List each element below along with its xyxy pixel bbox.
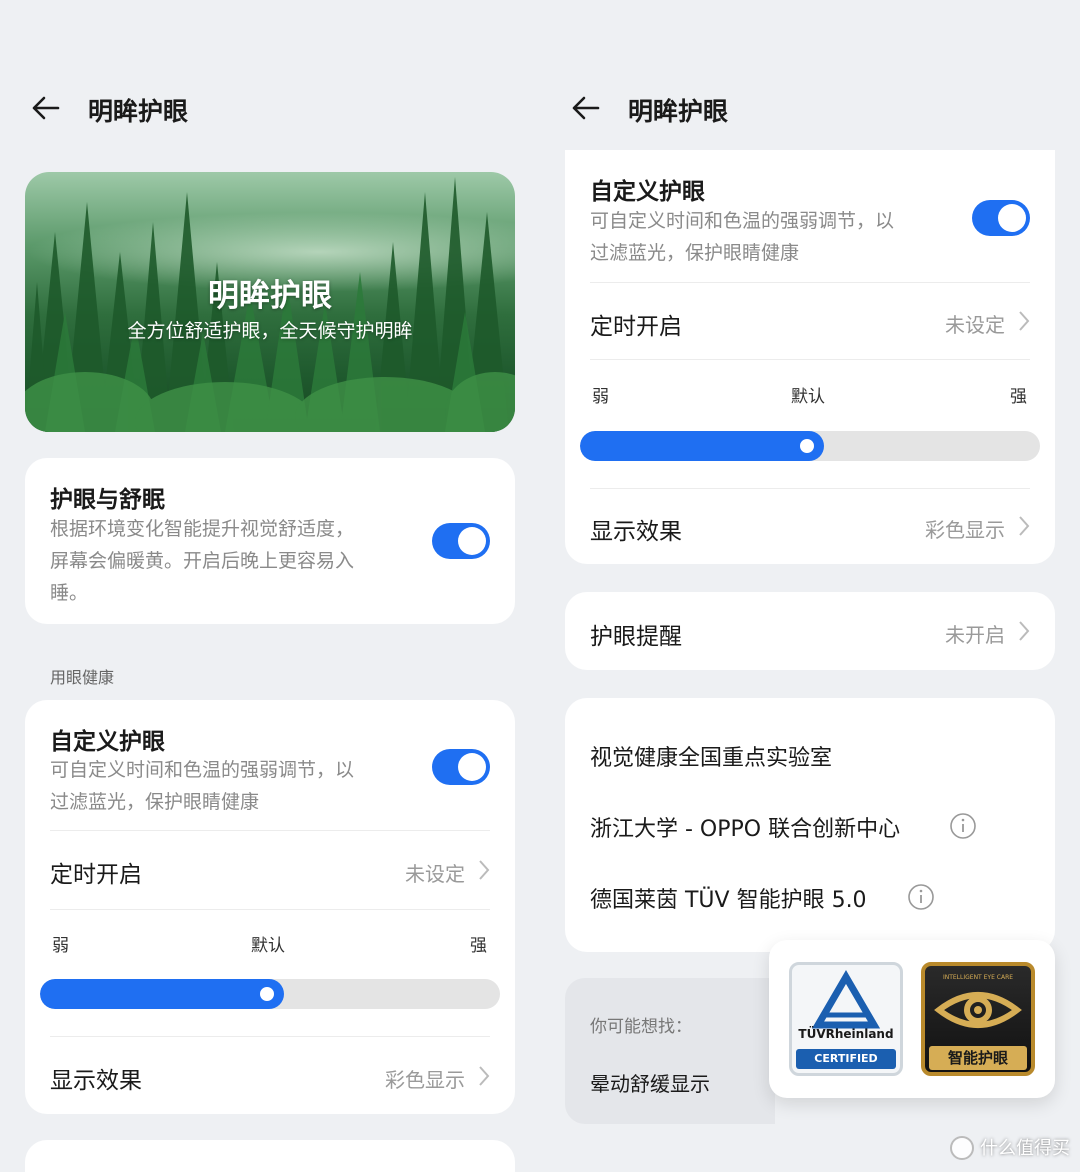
- custom-eye-card: 自定义护眼 可自定义时间和色温的强弱调节，以 过滤蓝光，保护眼睛健康 定时开启 …: [25, 700, 515, 1114]
- eye-sleep-desc-line2: 屏幕会偏暖黄。开启后晚上更容易入: [50, 550, 355, 572]
- level-weak-label: 弱: [52, 936, 69, 956]
- chevron-right-icon: [479, 860, 490, 880]
- page-title: 明眸护眼: [88, 97, 189, 126]
- header: 明眸护眼: [0, 86, 540, 130]
- eye-icon: [934, 992, 1022, 1028]
- level-default-label: 默认: [251, 936, 285, 956]
- eye-care-label: 智能护眼: [929, 1046, 1027, 1070]
- level-slider[interactable]: [40, 979, 500, 1009]
- eye-sleep-title: 护眼与舒眠: [50, 487, 165, 513]
- display-effect-value: 彩色显示: [925, 518, 1005, 542]
- schedule-label: 定时开启: [590, 314, 682, 340]
- suggestion-card: 你可能想找： 晕动舒缓显示: [565, 978, 775, 1124]
- display-effect-value: 彩色显示: [385, 1068, 465, 1092]
- left-screen: 明眸护眼 明眸护眼 全方位舒适护眼，全天候守护明眸 护眼与舒眠 根据环境变化智能…: [0, 0, 540, 1172]
- schedule-row[interactable]: 定时开启 未设定: [565, 283, 1055, 359]
- back-arrow-icon[interactable]: [568, 90, 604, 126]
- slider-handle[interactable]: [797, 436, 817, 456]
- back-arrow-icon[interactable]: [28, 90, 64, 126]
- custom-eye-desc-line1: 可自定义时间和色温的强弱调节，以: [590, 210, 895, 232]
- level-slider[interactable]: [580, 431, 1040, 461]
- level-weak-label: 弱: [592, 387, 609, 407]
- tuv-rheinland-badge: TÜVRheinland CERTIFIED: [789, 962, 903, 1076]
- lab-row-3: 德国莱茵 TÜV 智能护眼 5.0: [590, 888, 867, 913]
- level-strong-label: 强: [470, 936, 487, 956]
- eye-reminder-value: 未开启: [945, 623, 1005, 647]
- section-label: 用眼健康: [50, 668, 115, 687]
- display-effect-row[interactable]: 显示效果 彩色显示: [25, 1037, 515, 1114]
- schedule-value: 未设定: [405, 862, 465, 886]
- schedule-row[interactable]: 定时开启 未设定: [25, 831, 515, 909]
- schedule-value: 未设定: [945, 313, 1005, 337]
- chevron-right-icon: [1019, 311, 1030, 331]
- eye-reminder-card[interactable]: 护眼提醒 未开启: [565, 592, 1055, 670]
- certification-card: 视觉健康全国重点实验室 浙江大学 - OPPO 联合创新中心 德国莱茵 TÜV …: [565, 698, 1055, 952]
- display-effect-label: 显示效果: [50, 1068, 142, 1094]
- chevron-right-icon: [479, 1066, 490, 1086]
- smart-eye-care-badge: INTELLIGENT EYE CARE 智能护眼: [921, 962, 1035, 1076]
- tuv-name: TÜVRheinland: [798, 1027, 894, 1041]
- banner-subtitle: 全方位舒适护眼，全天候守护明眸: [127, 320, 413, 342]
- eye-reminder-label: 护眼提醒: [590, 624, 682, 650]
- custom-eye-card: 自定义护眼 可自定义时间和色温的强弱调节，以 过滤蓝光，保护眼睛健康 定时开启 …: [565, 150, 1055, 564]
- suggestion-item[interactable]: 晕动舒缓显示: [590, 1068, 710, 1097]
- banner-title: 明眸护眼: [208, 278, 332, 314]
- custom-eye-desc-line2: 过滤蓝光，保护眼睛健康: [50, 791, 260, 813]
- schedule-label: 定时开启: [50, 862, 142, 888]
- lab-row-1: 视觉健康全国重点实验室: [590, 746, 833, 771]
- slider-handle[interactable]: [257, 984, 277, 1004]
- custom-eye-desc-line2: 过滤蓝光，保护眼睛健康: [590, 242, 800, 264]
- chevron-right-icon: [1019, 621, 1030, 641]
- eye-sleep-toggle[interactable]: [432, 523, 490, 559]
- custom-eye-toggle[interactable]: [972, 200, 1030, 236]
- banner-image: 明眸护眼 全方位舒适护眼，全天候守护明眸: [25, 172, 515, 432]
- display-effect-row[interactable]: 显示效果 彩色显示: [565, 489, 1055, 564]
- custom-eye-title: 自定义护眼: [590, 179, 705, 205]
- chevron-right-icon: [1019, 516, 1030, 536]
- watermark-logo-icon: [950, 1136, 974, 1160]
- custom-eye-desc-line1: 可自定义时间和色温的强弱调节，以: [50, 759, 355, 781]
- custom-eye-toggle[interactable]: [432, 749, 490, 785]
- eye-sleep-desc-line1: 根据环境变化智能提升视觉舒适度，: [50, 518, 355, 540]
- display-effect-label: 显示效果: [590, 519, 682, 545]
- page-title: 明眸护眼: [628, 97, 729, 126]
- suggestion-label: 你可能想找：: [590, 1017, 692, 1037]
- watermark-text: 什么值得买: [980, 1138, 1070, 1159]
- info-icon[interactable]: [907, 883, 935, 911]
- eye-sleep-desc-line3: 睡。: [50, 582, 89, 604]
- tuv-certified: CERTIFIED: [796, 1049, 896, 1069]
- certification-popup: TÜVRheinland CERTIFIED INTELLIGENT EYE C…: [769, 940, 1055, 1098]
- header: 明眸护眼: [540, 86, 1080, 130]
- custom-eye-title: 自定义护眼: [50, 729, 165, 755]
- level-default-label: 默认: [791, 387, 825, 407]
- eye-sleep-card: 护眼与舒眠 根据环境变化智能提升视觉舒适度， 屏幕会偏暖黄。开启后晚上更容易入 …: [25, 458, 515, 624]
- next-card-partial: [25, 1140, 515, 1172]
- info-icon[interactable]: [949, 812, 977, 840]
- lab-row-2: 浙江大学 - OPPO 联合创新中心: [590, 817, 901, 842]
- level-strong-label: 强: [1010, 387, 1027, 407]
